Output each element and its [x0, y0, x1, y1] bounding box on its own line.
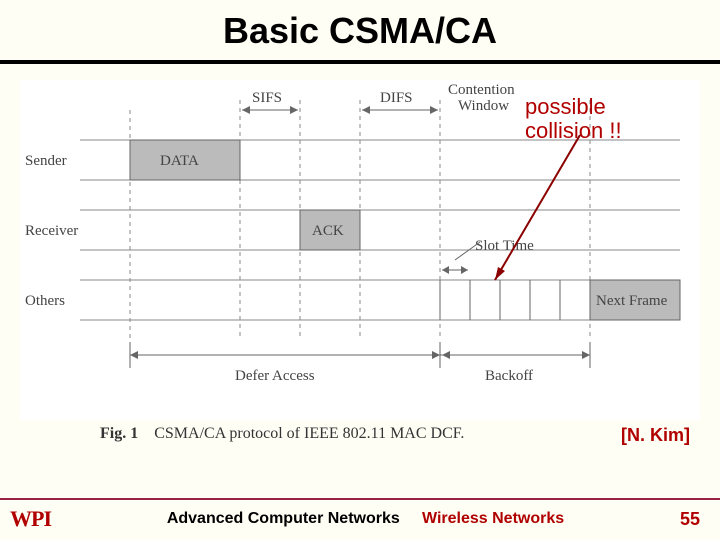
- page-number: 55: [680, 509, 710, 530]
- footer-topic: Wireless Networks: [422, 510, 564, 527]
- figure-caption: Fig. 1 CSMA/CA protocol of IEEE 802.11 M…: [100, 425, 464, 443]
- collision-line2: collision !!: [525, 119, 622, 143]
- figure-text: CSMA/CA protocol of IEEE 802.11 MAC DCF.: [154, 425, 464, 442]
- collision-annotation: possible collision !!: [525, 95, 622, 143]
- row-receiver-label: Receiver: [25, 223, 78, 239]
- row-sender-label: Sender: [25, 153, 67, 169]
- interval-cw-2: Window: [458, 98, 509, 114]
- ack-label: ACK: [312, 223, 344, 239]
- interval-cw-1: Contention: [448, 82, 515, 98]
- interval-sifs: SIFS: [252, 90, 282, 106]
- figure-label: Fig. 1: [100, 425, 138, 442]
- collision-arrow: [495, 135, 580, 280]
- footer-course: Advanced Computer Networks: [167, 510, 400, 527]
- slot-time-label: Slot Time: [475, 238, 534, 254]
- backoff-label: Backoff: [485, 368, 533, 384]
- footer: WPI Advanced Computer Networks Wireless …: [0, 498, 720, 540]
- next-frame-label: Next Frame: [596, 293, 668, 309]
- collision-line1: possible: [525, 95, 622, 119]
- citation: [N. Kim]: [621, 425, 690, 446]
- slide: Basic CSMA/CA Sender Receiver Others: [0, 0, 720, 540]
- slide-title: Basic CSMA/CA: [0, 10, 720, 64]
- footer-text: Advanced Computer Networks Wireless Netw…: [51, 510, 680, 528]
- row-others-label: Others: [25, 293, 65, 309]
- data-label: DATA: [160, 153, 199, 169]
- defer-access-label: Defer Access: [235, 368, 315, 384]
- logo: WPI: [10, 506, 51, 532]
- interval-difs: DIFS: [380, 90, 413, 106]
